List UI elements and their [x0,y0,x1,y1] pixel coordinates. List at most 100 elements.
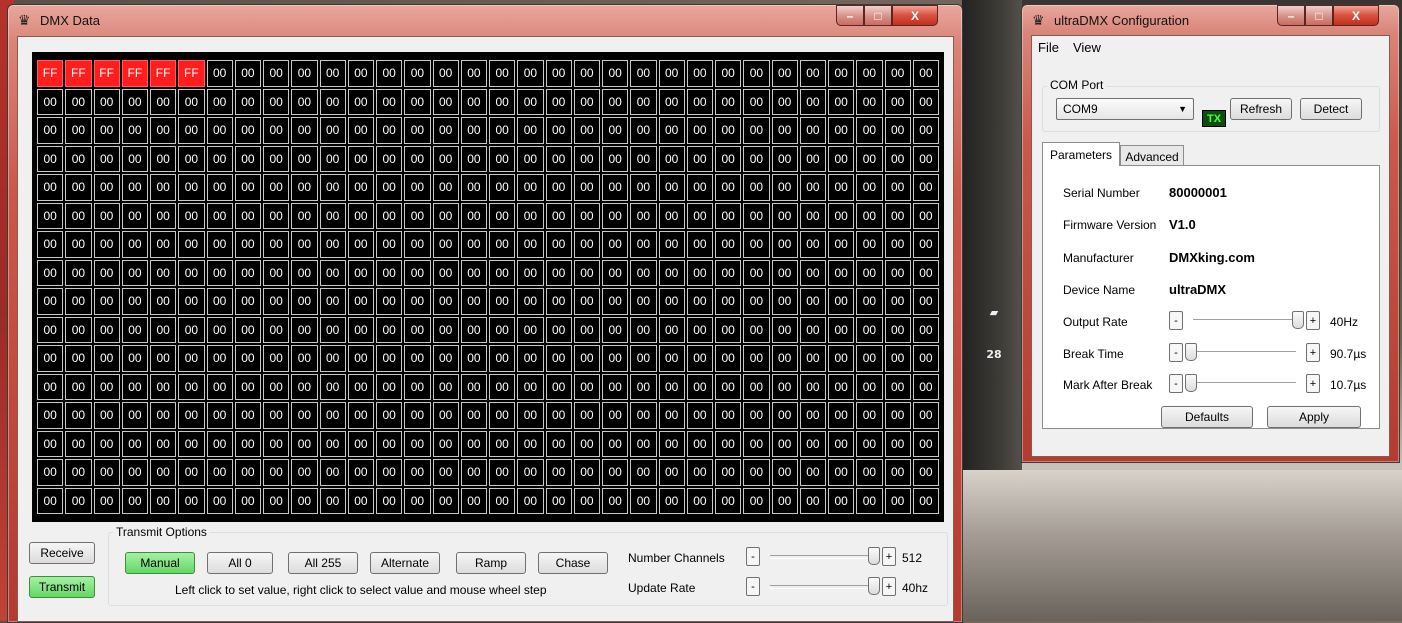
dmx-channel-cell[interactable]: 00 [93,174,120,201]
dmx-channel-cell[interactable]: 00 [771,345,798,372]
dmx-channel-cell[interactable]: 00 [912,174,939,201]
dmx-channel-cell[interactable]: 00 [686,202,713,229]
dmx-channel-cell[interactable]: 00 [121,459,148,486]
dmx-channel-cell[interactable]: 00 [404,259,431,286]
dmx-channel-cell[interactable]: 00 [856,202,883,229]
dmx-channel-cell[interactable]: 00 [686,88,713,115]
dmx-channel-cell[interactable]: 00 [234,487,261,514]
close-button[interactable]: X [1333,5,1379,26]
dmx-channel-cell[interactable]: 00 [743,487,770,514]
dmx-channel-cell[interactable]: 00 [93,88,120,115]
dmx-channel-cell[interactable]: 00 [856,231,883,258]
dmx-channel-cell[interactable]: 00 [178,487,205,514]
dmx-channel-cell[interactable]: 00 [489,117,516,144]
dmx-channel-cell[interactable]: 00 [291,402,318,429]
dmx-channel-cell[interactable]: 00 [715,345,742,372]
dmx-channel-cell[interactable]: 00 [178,259,205,286]
dmx-channel-cell[interactable]: 00 [291,202,318,229]
ramp-button[interactable]: Ramp [456,552,526,574]
dmx-channel-cell[interactable]: 00 [65,487,92,514]
dmx-channel-cell[interactable]: 00 [686,459,713,486]
dmx-channel-cell[interactable]: 00 [206,117,233,144]
decrease-button[interactable]: - [1169,343,1183,362]
dmx-channel-cell[interactable]: 00 [799,174,826,201]
dmx-channel-cell[interactable]: 00 [121,288,148,315]
dmx-channel-cell[interactable]: 00 [263,459,290,486]
dmx-channel-cell[interactable]: 00 [771,60,798,87]
dmx-channel-cell[interactable]: 00 [432,345,459,372]
dmx-channel-cell[interactable]: 00 [93,288,120,315]
dmx-channel-cell[interactable]: FF [121,60,148,87]
dmx-channel-cell[interactable]: 00 [432,288,459,315]
dmx-channel-cell[interactable]: 00 [884,459,911,486]
dmx-channel-cell[interactable]: 00 [715,117,742,144]
dmx-channel-cell[interactable]: 00 [37,145,64,172]
dmx-channel-cell[interactable]: 00 [715,60,742,87]
dmx-channel-cell[interactable]: 00 [489,231,516,258]
dmx-channel-cell[interactable]: 00 [178,117,205,144]
dmx-channel-cell[interactable]: 00 [686,145,713,172]
dmx-channel-cell[interactable]: 00 [206,430,233,457]
dmx-channel-cell[interactable]: 00 [517,430,544,457]
dmx-channel-cell[interactable]: 00 [799,430,826,457]
dmx-channel-cell[interactable]: 00 [347,88,374,115]
dmx-channel-cell[interactable]: 00 [93,145,120,172]
dmx-channel-cell[interactable]: 00 [884,430,911,457]
dmx-channel-cell[interactable]: 00 [319,373,346,400]
close-button[interactable]: X [892,5,938,26]
dmx-channel-cell[interactable]: 00 [630,316,657,343]
dmx-channel-cell[interactable]: 00 [545,459,572,486]
dmx-channel-cell[interactable]: 00 [404,202,431,229]
dmx-channel-cell[interactable]: 00 [602,231,629,258]
dmx-channel-cell[interactable]: 00 [37,316,64,343]
dmx-channel-cell[interactable]: 00 [573,487,600,514]
dmx-channel-cell[interactable]: 00 [517,202,544,229]
dmx-channel-cell[interactable]: 00 [743,202,770,229]
dmx-channel-cell[interactable]: 00 [884,402,911,429]
dmx-channel-cell[interactable]: 00 [517,345,544,372]
dmx-channel-cell[interactable]: 00 [206,459,233,486]
dmx-channel-cell[interactable]: 00 [376,174,403,201]
dmx-channel-cell[interactable]: 00 [404,174,431,201]
dmx-channel-cell[interactable]: 00 [263,88,290,115]
dmx-channel-cell[interactable]: 00 [404,60,431,87]
dmx-channel-cell[interactable]: 00 [912,345,939,372]
dmx-channel-cell[interactable]: 00 [658,459,685,486]
dmx-channel-cell[interactable]: 00 [630,88,657,115]
dmx-channel-cell[interactable]: 00 [912,430,939,457]
dmx-channel-cell[interactable]: 00 [799,316,826,343]
dmx-channel-cell[interactable]: 00 [602,145,629,172]
dmx-channel-cell[interactable]: 00 [460,459,487,486]
dmx-channel-cell[interactable]: 00 [347,145,374,172]
dmx-channel-cell[interactable]: 00 [121,316,148,343]
dmx-channel-cell[interactable]: 00 [263,487,290,514]
dmx-channel-cell[interactable]: 00 [263,259,290,286]
dmx-channel-cell[interactable]: 00 [93,316,120,343]
dmx-channel-cell[interactable]: 00 [121,402,148,429]
dmx-channel-cell[interactable]: 00 [771,487,798,514]
dmx-channel-cell[interactable]: 00 [545,60,572,87]
dmx-channel-cell[interactable]: 00 [263,316,290,343]
dmx-channel-cell[interactable]: 00 [771,117,798,144]
dmx-channel-cell[interactable]: 00 [630,231,657,258]
dmx-channel-cell[interactable]: 00 [573,259,600,286]
dmx-channel-cell[interactable]: 00 [799,259,826,286]
dmx-channel-cell[interactable]: 00 [489,145,516,172]
defaults-button[interactable]: Defaults [1161,406,1253,428]
dmx-channel-cell[interactable]: 00 [319,345,346,372]
dmx-channel-cell[interactable]: 00 [856,259,883,286]
dmx-channel-cell[interactable]: 00 [856,316,883,343]
dmx-channel-cell[interactable]: 00 [206,202,233,229]
increase-button[interactable]: + [882,547,896,566]
dmx-channel-cell[interactable]: 00 [404,316,431,343]
dmx-channel-cell[interactable]: 00 [65,259,92,286]
dmx-channel-cell[interactable]: 00 [884,373,911,400]
tab-parameters[interactable]: Parameters [1042,142,1120,166]
dmx-channel-cell[interactable]: 00 [234,88,261,115]
all-255-button[interactable]: All 255 [288,552,358,574]
dmx-channel-cell[interactable]: 00 [715,259,742,286]
dmx-channel-cell[interactable]: 00 [37,373,64,400]
dmx-channel-cell[interactable]: 00 [121,231,148,258]
dmx-channel-cell[interactable]: 00 [489,288,516,315]
dmx-channel-cell[interactable]: 00 [150,231,177,258]
